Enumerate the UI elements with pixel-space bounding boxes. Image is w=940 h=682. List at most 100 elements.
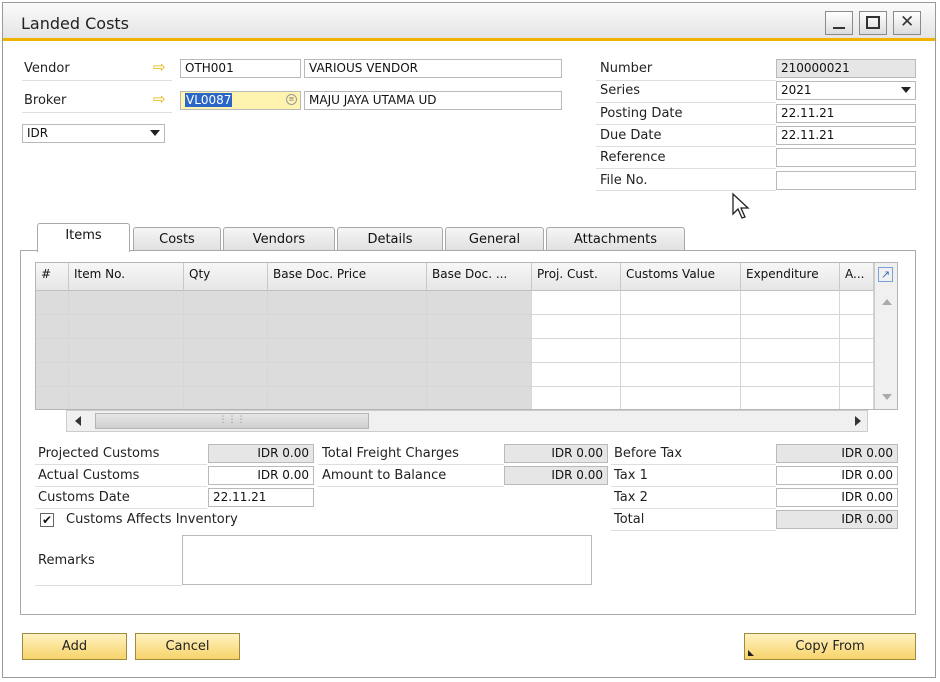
grid-cell[interactable] (741, 339, 840, 363)
currency-select[interactable]: IDR (22, 124, 165, 143)
close-button[interactable]: ✕ (893, 11, 921, 35)
scroll-down-icon[interactable] (882, 394, 892, 400)
broker-code-field[interactable]: VL0087 ≡ (180, 91, 301, 110)
grid-cell[interactable] (427, 291, 532, 315)
series-select[interactable]: 2021 (776, 81, 916, 100)
grid-cell[interactable] (532, 315, 621, 339)
grid-cell[interactable] (69, 339, 184, 363)
grid-cell[interactable] (69, 291, 184, 315)
amount-to-balance-label: Amount to Balance (322, 468, 447, 483)
tab-details[interactable]: Details (337, 227, 443, 251)
grid-cell[interactable] (741, 387, 840, 409)
broker-name-field[interactable]: MAJU JAYA UTAMA UD (304, 91, 562, 110)
broker-link-arrow-icon[interactable]: ⇨ (153, 92, 166, 107)
add-button[interactable]: Add (22, 633, 127, 660)
lookup-list-icon[interactable]: ≡ (286, 94, 297, 105)
grid-cell[interactable] (184, 387, 268, 409)
customs-affects-inventory-checkbox[interactable]: ✔ (40, 513, 54, 527)
copy-from-button[interactable]: Copy From (744, 633, 916, 660)
grid-cell[interactable] (532, 291, 621, 315)
grid-cell[interactable] (36, 315, 69, 339)
expand-grid-icon[interactable]: ↗ (878, 267, 893, 282)
col-header-a[interactable]: A... (840, 263, 874, 291)
grid-cell[interactable] (268, 339, 427, 363)
tax2-field[interactable]: IDR 0.00 (776, 488, 898, 507)
scroll-left-icon[interactable] (75, 416, 81, 426)
vendor-link-arrow-icon[interactable]: ⇨ (153, 60, 166, 75)
grid-cell[interactable] (532, 387, 621, 409)
minimize-button[interactable] (825, 11, 853, 35)
maximize-button[interactable] (859, 11, 887, 35)
grid-cell[interactable] (69, 387, 184, 409)
grid-cell[interactable] (840, 291, 874, 315)
due-date-field[interactable]: 22.11.21 (776, 126, 916, 145)
grid-cell[interactable] (741, 291, 840, 315)
customs-date-field[interactable]: 22.11.21 (208, 488, 314, 507)
grid-cell[interactable] (621, 315, 741, 339)
vendor-code-field[interactable]: OTH001 (180, 59, 301, 78)
col-header-base-doc-price[interactable]: Base Doc. Price (268, 263, 427, 291)
tab-attachments[interactable]: Attachments (546, 227, 685, 251)
file-no-field[interactable] (776, 171, 916, 190)
title-bar[interactable]: Landed Costs ✕ (3, 3, 935, 41)
grid-cell[interactable] (840, 387, 874, 409)
divider (596, 190, 776, 191)
vendor-name-field[interactable]: VARIOUS VENDOR (304, 59, 562, 78)
grid-cell[interactable] (184, 363, 268, 387)
grid-cell[interactable] (36, 387, 69, 409)
grid-cell[interactable] (840, 315, 874, 339)
grid-cell[interactable] (268, 363, 427, 387)
col-header-customs-value[interactable]: Customs Value (621, 263, 741, 291)
tax1-field[interactable]: IDR 0.00 (776, 466, 898, 485)
grid-cell[interactable] (621, 339, 741, 363)
posting-date-field[interactable]: 22.11.21 (776, 104, 916, 123)
grid-cell[interactable] (268, 315, 427, 339)
grid-cell[interactable] (268, 387, 427, 409)
customs-date-label: Customs Date (38, 490, 130, 505)
tab-items[interactable]: Items (37, 223, 130, 252)
grid-cell[interactable] (36, 363, 69, 387)
grid-cell[interactable] (741, 363, 840, 387)
grid-cell[interactable] (36, 339, 69, 363)
scroll-thumb[interactable]: ⋮⋮⋮ (95, 413, 369, 429)
grid-cell[interactable] (840, 363, 874, 387)
actual-customs-field[interactable]: IDR 0.00 (208, 466, 314, 485)
grid-cell[interactable] (184, 291, 268, 315)
col-header-qty[interactable]: Qty (184, 263, 268, 291)
col-header-expenditure[interactable]: Expenditure (741, 263, 840, 291)
grid-cell[interactable] (621, 387, 741, 409)
grid-cell[interactable] (184, 339, 268, 363)
col-header-proj-cust[interactable]: Proj. Cust. (532, 263, 621, 291)
grid-cell[interactable] (741, 315, 840, 339)
col-header-base-doc[interactable]: Base Doc. ... (427, 263, 532, 291)
grid-cell[interactable] (427, 363, 532, 387)
cancel-button[interactable]: Cancel (135, 633, 240, 660)
reference-field[interactable] (776, 148, 916, 167)
grid-cell[interactable] (621, 291, 741, 315)
col-header-number[interactable]: # (36, 263, 69, 291)
grid-cell[interactable] (840, 339, 874, 363)
tab-costs[interactable]: Costs (133, 227, 221, 251)
grid-cell[interactable] (36, 291, 69, 315)
horizontal-scrollbar[interactable]: ⋮⋮⋮ (66, 410, 868, 432)
grid-cell[interactable] (69, 363, 184, 387)
scroll-up-icon[interactable] (882, 299, 892, 305)
items-grid[interactable]: # Item No. Qty Base Doc. Price Base Doc.… (35, 262, 898, 410)
tab-vendors[interactable]: Vendors (223, 227, 335, 251)
grid-cell[interactable] (621, 363, 741, 387)
grid-cell[interactable] (184, 315, 268, 339)
grid-cell[interactable] (427, 339, 532, 363)
grid-cell[interactable] (532, 339, 621, 363)
grid-cell[interactable] (427, 315, 532, 339)
grid-cell[interactable] (268, 291, 427, 315)
col-header-item-no[interactable]: Item No. (69, 263, 184, 291)
tab-general[interactable]: General (445, 227, 544, 251)
total-freight-field: IDR 0.00 (504, 444, 608, 463)
remarks-textarea[interactable] (182, 535, 592, 585)
tab-items-label: Items (65, 228, 102, 243)
grid-cell[interactable] (69, 315, 184, 339)
vertical-scrollbar[interactable]: ↗ (874, 263, 897, 409)
grid-cell[interactable] (532, 363, 621, 387)
scroll-right-icon[interactable] (855, 416, 861, 426)
grid-cell[interactable] (427, 387, 532, 409)
